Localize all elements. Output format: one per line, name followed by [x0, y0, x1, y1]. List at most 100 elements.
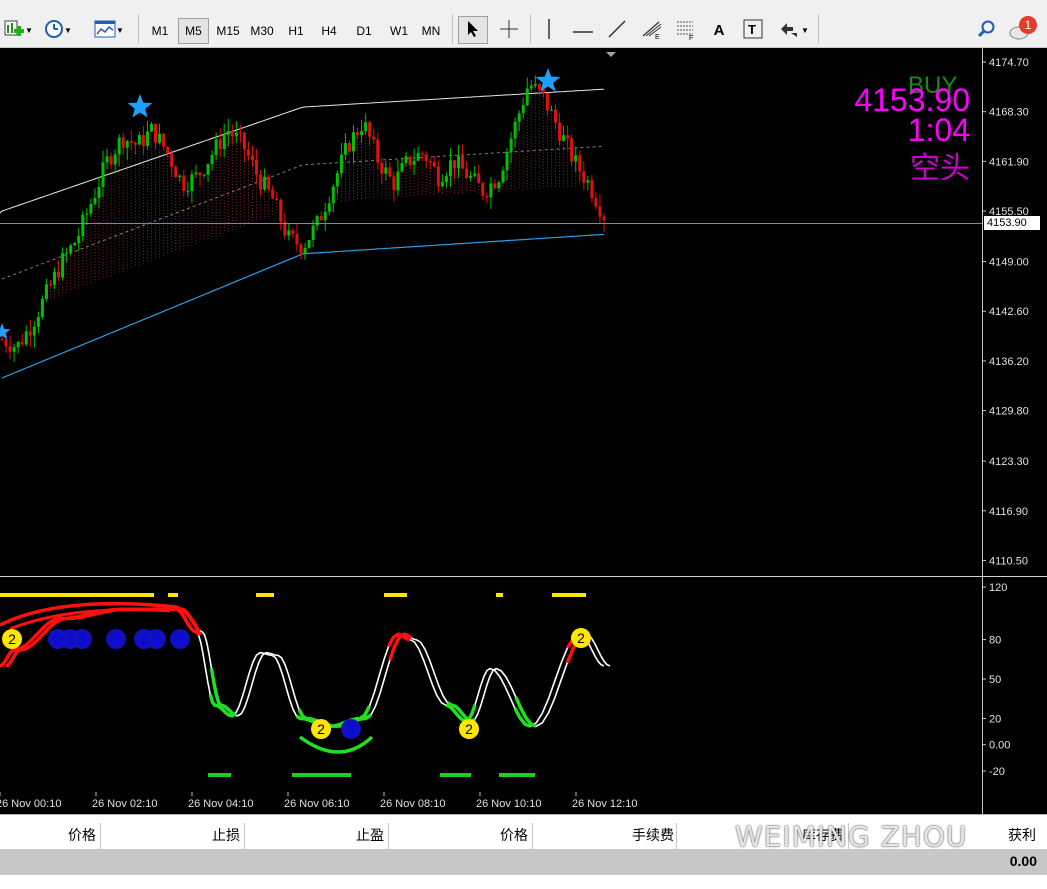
candle-body	[182, 175, 186, 192]
timeframe-w1-button[interactable]: W1	[385, 18, 413, 44]
candle-body	[513, 121, 517, 139]
candle-body	[61, 253, 65, 278]
price-tick-label: 4149.00	[989, 257, 1029, 269]
oversold-overlay	[298, 735, 374, 754]
candle-body	[368, 122, 372, 137]
candle-body	[461, 155, 465, 169]
oscillator-tick-label: 50	[989, 674, 1001, 686]
candle-body	[242, 132, 246, 150]
timeframe-m30-button[interactable]: M30	[246, 18, 278, 44]
signal-badge-label: 2	[317, 721, 325, 737]
overbought-bar	[384, 593, 407, 597]
text-tool-button[interactable]: A	[706, 16, 732, 44]
column-header-price[interactable]: 价格	[20, 825, 96, 847]
candle-body	[129, 140, 133, 143]
oversold-overlay	[514, 696, 537, 728]
total-profit: 0.00	[1009, 853, 1037, 869]
lower-moving-average	[1, 233, 605, 379]
fibonacci-icon: E	[641, 18, 663, 43]
signal-badge-label: 3	[112, 631, 120, 647]
timeframe-d1-button[interactable]: D1	[350, 18, 378, 44]
template-icon	[94, 20, 116, 41]
candle-body	[360, 131, 364, 136]
price-tick-label: 4129.80	[989, 406, 1029, 418]
column-header-commission[interactable]: 手续费	[590, 825, 674, 847]
templates-button[interactable]: ▼	[90, 16, 128, 44]
column-header-take-profit[interactable]: 止盈	[300, 825, 384, 847]
candle-body	[198, 172, 202, 176]
candle-body	[473, 173, 477, 176]
candle-body	[319, 216, 323, 221]
candle-body	[505, 151, 509, 171]
oscillator-main-line	[0, 608, 605, 728]
text-label-button[interactable]: T	[740, 16, 766, 44]
candle-body	[238, 132, 242, 134]
candle-body	[489, 183, 493, 198]
candle-body	[32, 326, 36, 336]
candle-body	[73, 243, 77, 246]
notifications-button[interactable]: 1	[1006, 14, 1042, 42]
candle-body	[170, 153, 174, 167]
timeframe-m15-button[interactable]: M15	[212, 18, 244, 44]
candle-body	[20, 342, 24, 345]
candle-body	[214, 139, 218, 155]
crosshair-tool-button[interactable]	[494, 16, 524, 44]
oversold-bar	[208, 773, 231, 777]
horizontal-line-button[interactable]	[570, 16, 596, 44]
column-header-profit[interactable]: 获利	[960, 825, 1036, 847]
vertical-line-icon	[547, 18, 551, 42]
candle-body	[81, 214, 85, 237]
candle-body	[154, 123, 158, 143]
candle-body	[376, 139, 380, 163]
periodicity-button[interactable]: ▼	[42, 16, 74, 44]
candle-body	[457, 155, 461, 169]
arrows-button[interactable]: ▼	[774, 16, 814, 44]
timeframe-h1-button[interactable]: H1	[282, 18, 310, 44]
search-button[interactable]	[972, 16, 1000, 44]
vertical-line-button[interactable]	[536, 16, 562, 44]
candle-body	[125, 140, 129, 148]
candle-body	[509, 138, 513, 152]
candle-body	[497, 182, 501, 189]
column-header-close-price[interactable]: 价格	[440, 825, 528, 847]
candle-body	[558, 122, 562, 141]
fibonacci-button[interactable]: E	[638, 16, 666, 44]
oscillator-tick-label: -20	[989, 766, 1005, 778]
price-chart[interactable]: 4174.70 4168.30 4161.90 4155.50 4149.00 4142.…	[0, 48, 1047, 576]
candle-body	[158, 133, 162, 143]
svg-text:F: F	[689, 35, 693, 40]
candle-body	[267, 176, 271, 190]
timeframe-m1-button[interactable]: M1	[146, 18, 174, 44]
timeframe-mn-button[interactable]: MN	[417, 18, 445, 44]
oscillator-panel[interactable]: 120 80 50 20 0.00 -20 2 3 3 3 3 3 3 3 2 3 2 2	[0, 576, 1047, 793]
oscillator-plot[interactable]: 1208050200.00-202 3 3 3 3 3 3 32 3 22	[0, 577, 1047, 793]
candle-body	[57, 271, 61, 278]
new-chart-button[interactable]: ▼	[0, 16, 36, 44]
candle-body	[380, 162, 384, 174]
candle-body	[109, 156, 113, 165]
cursor-tool-button[interactable]	[458, 16, 488, 44]
price-tick-label: 4174.70	[989, 57, 1029, 69]
candle-body	[4, 339, 8, 347]
channel-button[interactable]: F	[672, 16, 700, 44]
candle-body	[477, 173, 481, 183]
candle-body	[574, 155, 578, 162]
trendline-button[interactable]	[604, 16, 630, 44]
candle-body	[372, 136, 376, 140]
candle-body	[578, 155, 582, 172]
column-header-stop-loss[interactable]: 止损	[160, 825, 240, 847]
candle-body	[493, 183, 497, 189]
price-tick-label: 4136.20	[989, 356, 1029, 368]
timeframe-m5-button[interactable]: M5	[178, 18, 209, 44]
search-icon	[976, 19, 996, 42]
candle-body	[533, 84, 537, 86]
overbought-bar	[256, 593, 274, 597]
direction-label: 空头	[910, 152, 970, 185]
candle-body	[537, 84, 541, 90]
signal-star-marker	[127, 94, 153, 118]
candle-body	[311, 225, 315, 241]
candle-body	[0, 339, 4, 341]
candle-body	[255, 160, 259, 175]
time-tick-label: 26 Nov 04:10	[188, 798, 253, 810]
timeframe-h4-button[interactable]: H4	[315, 18, 343, 44]
